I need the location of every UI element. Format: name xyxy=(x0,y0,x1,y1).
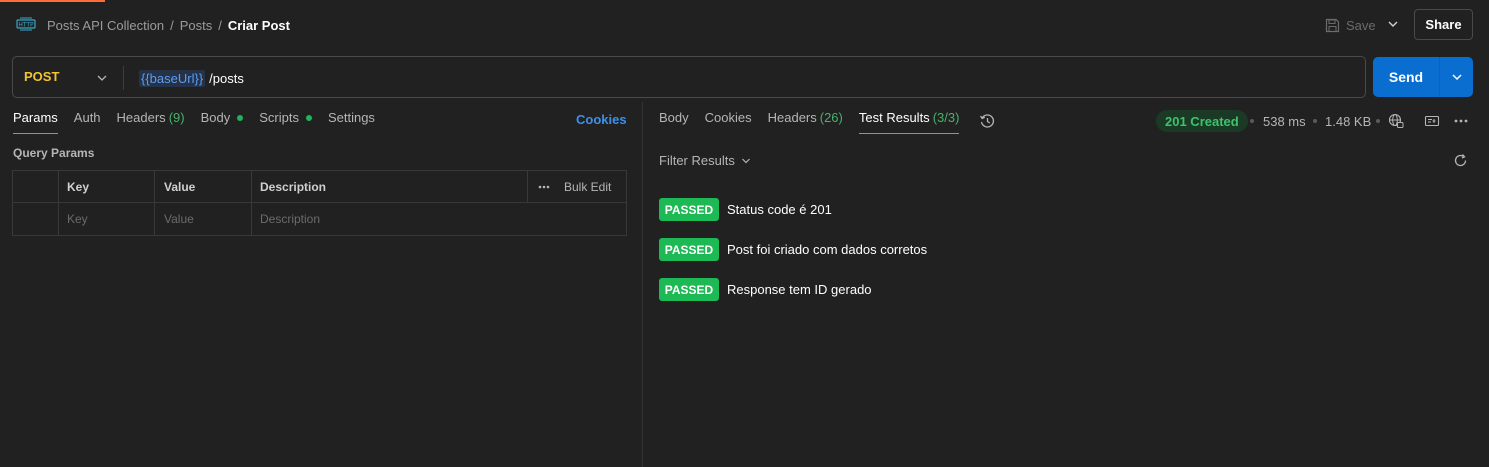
history-icon[interactable] xyxy=(979,113,995,129)
breadcrumb: Posts API Collection / Posts / Criar Pos… xyxy=(47,16,290,34)
status-dot xyxy=(305,114,312,121)
save-button[interactable]: Save xyxy=(1325,14,1376,36)
tab-scripts[interactable]: Scripts xyxy=(259,110,312,133)
share-button[interactable]: Share xyxy=(1414,9,1473,40)
value-input[interactable]: Value xyxy=(164,203,194,235)
active-tab-accent xyxy=(0,0,105,2)
tab-response-headers[interactable]: Headers (26) xyxy=(768,110,843,133)
tab-settings[interactable]: Settings xyxy=(328,110,375,133)
response-size[interactable]: 1.48 KB xyxy=(1325,114,1371,129)
tab-label: Headers xyxy=(116,110,166,125)
chevron-down-icon[interactable] xyxy=(95,71,109,85)
url-input[interactable]: {{baseUrl}} /posts xyxy=(139,68,244,88)
passed-badge: PASSED xyxy=(659,238,719,261)
request-tabs: Params Auth Headers (9) Body Scripts Set… xyxy=(13,110,391,138)
save-label: Save xyxy=(1346,17,1376,33)
breadcrumb-separator: / xyxy=(170,17,174,33)
description-input[interactable]: Description xyxy=(260,203,320,235)
tab-test-results[interactable]: Test Results (3/3) xyxy=(858,110,960,134)
send-options-button[interactable] xyxy=(1440,57,1473,97)
params-table: Key Value Description Bulk Edit Key Valu… xyxy=(12,170,627,236)
method-selector[interactable]: POST xyxy=(24,69,59,84)
breadcrumb-folder[interactable]: Posts xyxy=(180,18,213,33)
tab-params[interactable]: Params xyxy=(13,110,58,134)
tab-count: (9) xyxy=(168,110,185,125)
tab-label: Auth xyxy=(73,110,101,125)
tab-auth[interactable]: Auth xyxy=(74,110,101,133)
passed-badge: PASSED xyxy=(659,198,719,221)
chevron-down-icon[interactable] xyxy=(1386,17,1400,31)
tab-label: Body xyxy=(659,110,689,125)
tab-count: (3/3) xyxy=(932,110,960,125)
filter-results-label: Filter Results xyxy=(659,153,735,168)
tab-label: Settings xyxy=(327,110,375,125)
table-row: Key Value Description xyxy=(13,203,626,235)
test-name: Response tem ID gerado xyxy=(727,282,872,297)
network-globe-icon[interactable] xyxy=(1388,113,1404,129)
save-icon xyxy=(1325,18,1340,32)
svg-text:HTTP: HTTP xyxy=(18,22,34,29)
bulk-edit-label: Bulk Edit xyxy=(564,180,612,194)
separator-dot xyxy=(1376,119,1380,123)
save-example-icon[interactable] xyxy=(1424,113,1440,129)
tab-label: Headers xyxy=(767,110,817,125)
status-badge[interactable]: 201 Created xyxy=(1156,110,1248,132)
test-name: Post foi criado com dados corretos xyxy=(727,242,928,257)
send-button[interactable]: Send xyxy=(1373,57,1440,97)
tab-label: Body xyxy=(200,110,231,125)
query-params-title: Query Params xyxy=(13,146,95,160)
breadcrumb-request-name[interactable]: Criar Post xyxy=(228,18,290,33)
key-input[interactable]: Key xyxy=(67,203,88,235)
divider xyxy=(123,66,124,90)
tab-label: Params xyxy=(13,110,58,125)
breadcrumb-separator: / xyxy=(218,17,222,33)
chevron-down-icon xyxy=(741,158,750,163)
tab-label: Cookies xyxy=(704,110,752,125)
tab-body[interactable]: Body xyxy=(201,110,244,133)
column-header-key: Key xyxy=(67,180,90,194)
test-result-row: PASSED Post foi criado com dados correto… xyxy=(659,238,927,261)
tab-label: Scripts xyxy=(259,110,299,125)
chevron-down-icon xyxy=(1451,74,1462,81)
column-header-description: Description xyxy=(260,180,327,194)
response-time[interactable]: 538 ms xyxy=(1263,114,1306,129)
more-icon xyxy=(538,185,550,189)
cookies-link[interactable]: Cookies xyxy=(576,112,627,127)
url-bar: POST {{baseUrl}} /posts xyxy=(12,56,1366,98)
url-variable[interactable]: {{baseUrl}} xyxy=(139,69,206,87)
tab-response-cookies[interactable]: Cookies xyxy=(705,110,752,133)
tab-label: Test Results xyxy=(858,110,930,125)
breadcrumb-collection[interactable]: Posts API Collection xyxy=(47,18,164,33)
test-name: Status code é 201 xyxy=(727,202,832,217)
url-path: /posts xyxy=(209,70,244,86)
response-tabs: Body Cookies Headers (26) Test Results (… xyxy=(659,110,975,138)
tab-response-body[interactable]: Body xyxy=(659,110,689,133)
filter-results-dropdown[interactable]: Filter Results xyxy=(659,153,751,168)
panel-divider[interactable] xyxy=(642,102,643,467)
tab-headers[interactable]: Headers (9) xyxy=(117,110,185,133)
more-options-icon[interactable] xyxy=(1453,113,1469,129)
http-request-icon: HTTP xyxy=(16,17,36,31)
separator-dot xyxy=(1250,119,1254,123)
test-result-row: PASSED Response tem ID gerado xyxy=(659,278,872,301)
status-dot xyxy=(237,114,244,121)
tab-count: (26) xyxy=(819,110,843,125)
bulk-edit-button[interactable]: Bulk Edit xyxy=(538,171,611,203)
send-button-group: Send xyxy=(1373,57,1473,97)
table-header-row: Key Value Description Bulk Edit xyxy=(13,171,626,203)
column-header-value: Value xyxy=(164,180,196,194)
refresh-icon[interactable] xyxy=(1453,153,1468,168)
passed-badge: PASSED xyxy=(659,278,719,301)
test-result-row: PASSED Status code é 201 xyxy=(659,198,832,221)
separator-dot xyxy=(1313,119,1317,123)
